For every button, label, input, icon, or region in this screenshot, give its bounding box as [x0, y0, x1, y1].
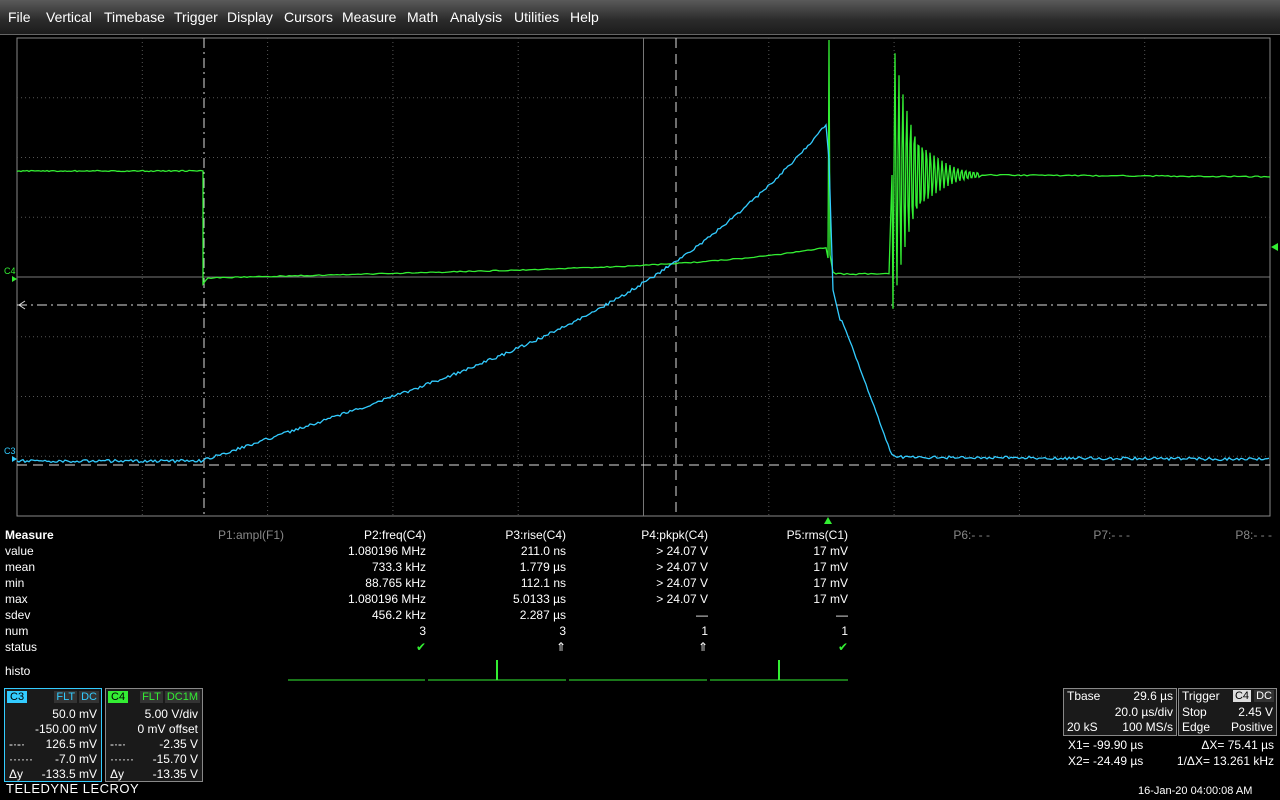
c4-cur2: -15.70 V — [153, 752, 198, 766]
waveform-display[interactable]: C4 C3 — [0, 0, 1280, 530]
date-time: 16-Jan-20 04:00:08 AM — [1138, 785, 1252, 797]
measure-row-label-value: value — [5, 544, 34, 558]
measure-cell-p4-sdev: — — [568, 608, 708, 622]
measure-cell-p4-value: > 24.07 V — [568, 544, 708, 558]
c3-flag-dc: DC — [79, 691, 99, 703]
c3-offset: -150.00 mV — [35, 722, 97, 736]
trigger-coupling: DC — [1254, 690, 1274, 702]
cursor-x1-readout: X1= -99.90 µs — [1068, 738, 1143, 752]
c4-flag-flt: FLT — [140, 691, 163, 703]
cursor-dx-readout: ΔX= 75.41 µs — [1201, 738, 1274, 752]
measure-cell-p5-sdev: — — [708, 608, 848, 622]
c4-cur2-icon: ······ — [110, 752, 134, 766]
measure-row-label-status: status — [5, 640, 37, 654]
measure-header-p8[interactable]: P8:- - - — [1132, 528, 1272, 542]
measure-histograms — [0, 655, 1280, 685]
measure-cell-p5-mean: 17 mV — [708, 560, 848, 574]
c3-cur2-icon: ······ — [9, 752, 33, 766]
measure-cell-p3-mean: 1.779 µs — [426, 560, 566, 574]
measure-title: Measure — [5, 528, 54, 542]
measure-cell-p4-status: ⇑ — [568, 640, 708, 654]
measure-cell-p3-sdev: 2.287 µs — [426, 608, 566, 622]
measure-cell-p4-min: > 24.07 V — [568, 576, 708, 590]
trigger-src: C4 — [1233, 690, 1251, 702]
measure-cell-p2-min: 88.765 kHz — [286, 576, 426, 590]
measure-cell-p3-min: 112.1 ns — [426, 576, 566, 590]
measure-cell-p4-num: 1 — [568, 624, 708, 638]
c4-ground-marker[interactable] — [12, 276, 17, 282]
c4-dy-label: Δy — [110, 767, 124, 781]
c3-dy-label: Δy — [9, 767, 23, 781]
trigger-type: Edge — [1182, 720, 1210, 734]
c3-dy: -133.5 mV — [42, 767, 97, 781]
channel-c4-descriptor[interactable]: C4 FLT DC1M 5.00 V/div 0 mV offset -·-· -… — [105, 688, 203, 782]
measure-header-p5[interactable]: P5:rms(C1) — [708, 528, 848, 542]
c3-ground-marker[interactable] — [12, 456, 17, 462]
measure-cell-p2-mean: 733.3 kHz — [286, 560, 426, 574]
measure-cell-p2-max: 1.080196 MHz — [286, 592, 426, 606]
channel-c3-descriptor[interactable]: C3 FLT DC 50.0 mV -150.00 mV -·-· 126.5 m… — [4, 688, 102, 782]
c3-flag-flt: FLT — [54, 691, 77, 703]
cursor-invdx-readout: 1/ΔX= 13.261 kHz — [1177, 754, 1274, 768]
measure-header-p4[interactable]: P4:pkpk(C4) — [568, 528, 708, 542]
c3-flags: FLT DC — [52, 691, 99, 703]
measure-cell-p2-sdev: 456.2 kHz — [286, 608, 426, 622]
measure-header-p1[interactable]: P1:ampl(F1) — [144, 528, 284, 542]
c4-vdiv: 5.00 V/div — [145, 707, 198, 721]
c3-tag: C3 — [7, 691, 27, 703]
measure-cell-p2-num: 3 — [286, 624, 426, 638]
cursor-x2-readout: X2= -24.49 µs — [1068, 754, 1143, 768]
measure-header-p6[interactable]: P6:- - - — [850, 528, 990, 542]
measure-cell-p4-mean: > 24.07 V — [568, 560, 708, 574]
c3-cur2: -7.0 mV — [55, 752, 97, 766]
measure-header-p7[interactable]: P7:- - - — [990, 528, 1130, 542]
c4-cur1-icon: -·-· — [110, 737, 126, 751]
trigger-level-marker[interactable] — [1271, 243, 1278, 251]
trigger-mode: Stop — [1182, 705, 1207, 719]
measure-cell-p5-max: 17 mV — [708, 592, 848, 606]
trigger-label: Trigger — [1182, 689, 1220, 703]
measure-cell-p5-num: 1 — [708, 624, 848, 638]
trigger-position-marker[interactable] — [824, 517, 832, 524]
tbase-samples: 20 kS — [1067, 720, 1098, 734]
measure-cell-p2-status: ✔ — [286, 640, 426, 654]
measure-row-label-min: min — [5, 576, 24, 590]
measure-row-label-mean: mean — [5, 560, 35, 574]
measure-cell-p3-status: ⇑ — [426, 640, 566, 654]
tbase-label: Tbase — [1067, 689, 1100, 703]
measure-cell-p5-status: ✔ — [708, 640, 848, 654]
measure-header-p2[interactable]: P2:freq(C4) — [286, 528, 426, 542]
brand-logo: TELEDYNE LECROY — [6, 781, 139, 796]
timebase-descriptor[interactable]: Tbase 29.6 µs 20.0 µs/div 20 kS 100 MS/s — [1063, 688, 1177, 736]
trigger-slope: Positive — [1231, 720, 1273, 734]
measure-cell-p3-value: 211.0 ns — [426, 544, 566, 558]
trigger-src-flags: C4 DC — [1233, 690, 1274, 702]
c4-flags: FLT DC1M — [138, 691, 200, 703]
c4-cur1: -2.35 V — [159, 737, 198, 751]
measure-cell-p2-value: 1.080196 MHz — [286, 544, 426, 558]
measure-cell-p4-max: > 24.07 V — [568, 592, 708, 606]
trigger-descriptor[interactable]: Trigger C4 DC Stop 2.45 V Edge Positive — [1178, 688, 1277, 736]
measure-header-p3[interactable]: P3:rise(C4) — [426, 528, 566, 542]
measure-row-label-sdev: sdev — [5, 608, 30, 622]
measure-row-label-max: max — [5, 592, 28, 606]
tbase-rate: 100 MS/s — [1122, 720, 1173, 734]
c3-cur1: 126.5 mV — [46, 737, 97, 751]
c4-tag: C4 — [108, 691, 128, 703]
tbase-tdiv: 20.0 µs/div — [1115, 705, 1173, 719]
c3-ground-label: C3 — [4, 446, 16, 456]
measure-row-label-num: num — [5, 624, 28, 638]
measure-cell-p3-num: 3 — [426, 624, 566, 638]
measure-cell-p3-max: 5.0133 µs — [426, 592, 566, 606]
measure-cell-p5-value: 17 mV — [708, 544, 848, 558]
c4-ground-label: C4 — [4, 266, 16, 276]
c3-cur1-icon: -·-· — [9, 737, 25, 751]
c3-vdiv: 50.0 mV — [52, 707, 97, 721]
c4-dy: -13.35 V — [153, 767, 198, 781]
c4-flag-dc: DC1M — [165, 691, 200, 703]
trigger-level: 2.45 V — [1238, 705, 1273, 719]
c4-offset: 0 mV offset — [138, 722, 198, 736]
measure-cell-p5-min: 17 mV — [708, 576, 848, 590]
tbase-delay: 29.6 µs — [1133, 689, 1173, 703]
